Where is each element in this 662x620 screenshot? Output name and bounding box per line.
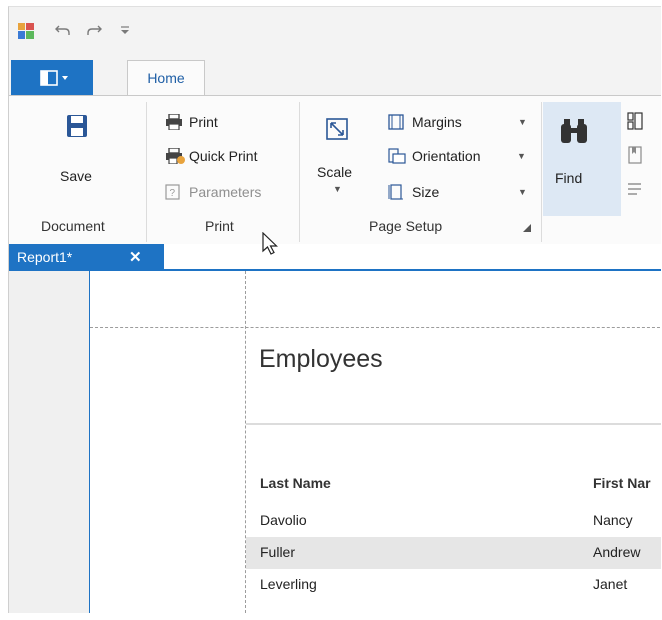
column-header-first-name[interactable]: First Nar xyxy=(593,475,651,491)
list-icon[interactable] xyxy=(627,180,643,198)
column-header-last-name[interactable]: Last Name xyxy=(260,475,331,491)
margins-icon xyxy=(388,114,404,130)
table-row[interactable]: Fuller Andrew xyxy=(246,537,661,569)
size-label: Size xyxy=(412,184,440,200)
cell-last-name: Fuller xyxy=(260,544,296,560)
orientation-label: Orientation xyxy=(412,148,481,164)
band-guide-horizontal xyxy=(90,327,661,328)
find-label: Find xyxy=(555,170,583,186)
document-tab-strip: Report1* ✕ xyxy=(9,244,661,271)
save-button[interactable]: Save xyxy=(47,102,107,202)
backstage-menu-button[interactable] xyxy=(11,60,93,96)
dialog-launcher-icon[interactable] xyxy=(523,224,531,232)
scale-icon xyxy=(326,118,348,140)
group-separator xyxy=(541,102,542,242)
printer-icon xyxy=(166,114,182,130)
group-label-print: Print xyxy=(205,218,234,234)
bookmark-icon[interactable] xyxy=(627,146,643,164)
designer-app-icon xyxy=(18,23,34,39)
save-label: Save xyxy=(60,168,92,184)
ribbon-tab-row: Home xyxy=(9,57,661,96)
save-icon xyxy=(67,115,87,137)
ribbon: Save Document Print Quick Print ? Parame… xyxy=(9,95,661,245)
parameters-icon: ? xyxy=(165,184,180,200)
orientation-icon xyxy=(388,148,406,164)
customize-toolbar-icon[interactable] xyxy=(117,20,133,40)
design-surface: Employees Last Name First Nar Davolio Na… xyxy=(9,271,661,613)
quick-print-button[interactable]: Quick Print xyxy=(165,144,295,168)
group-label-page-setup: Page Setup xyxy=(369,218,443,234)
print-button[interactable]: Print xyxy=(165,110,285,134)
cell-last-name: Davolio xyxy=(260,512,307,528)
chevron-down-icon: ▼ xyxy=(333,184,342,194)
chevron-down-icon: ▼ xyxy=(518,117,527,127)
group-separator xyxy=(299,102,300,242)
mouse-cursor-icon xyxy=(262,232,278,255)
chevron-down-icon: ▼ xyxy=(517,151,526,161)
report-title[interactable]: Employees xyxy=(259,345,383,374)
scale-label: Scale xyxy=(317,164,353,180)
close-icon[interactable]: ✕ xyxy=(129,244,142,271)
binoculars-icon xyxy=(561,119,587,143)
group-separator xyxy=(146,102,147,242)
parameters-button[interactable]: ? Parameters xyxy=(165,180,295,204)
backstage-menu-icon xyxy=(40,70,68,86)
quick-access-toolbar xyxy=(9,7,661,57)
band-separator xyxy=(246,423,661,425)
table-row[interactable]: Davolio Nancy xyxy=(246,505,661,537)
table-row[interactable]: Leverling Janet xyxy=(246,569,661,601)
tab-home[interactable]: Home xyxy=(127,60,205,96)
tab-report1-label: Report1* xyxy=(17,249,73,265)
chevron-down-icon: ▼ xyxy=(518,187,527,197)
report-page[interactable]: Employees Last Name First Nar Davolio Na… xyxy=(89,271,661,613)
print-label: Print xyxy=(189,114,218,130)
redo-icon[interactable] xyxy=(84,20,104,40)
quick-print-icon xyxy=(166,148,185,164)
scale-button[interactable]: Scale ▼ xyxy=(309,102,365,206)
page-size-icon xyxy=(388,184,403,200)
cell-first-name: Nancy xyxy=(593,512,633,528)
navigation-pane-icon[interactable] xyxy=(627,112,643,130)
quick-print-label: Quick Print xyxy=(189,148,258,164)
margins-button[interactable]: Margins ▼ xyxy=(388,110,528,134)
orientation-button[interactable]: Orientation ▼ xyxy=(388,144,538,168)
group-label-document: Document xyxy=(41,218,105,234)
margins-label: Margins xyxy=(412,114,462,130)
designer-window: Home Save Document Print Quick Print ? P… xyxy=(8,6,661,613)
find-button[interactable]: Find xyxy=(543,102,621,216)
cell-last-name: Leverling xyxy=(260,576,317,592)
cell-first-name: Andrew xyxy=(593,544,641,560)
parameters-label: Parameters xyxy=(189,184,262,200)
svg-text:?: ? xyxy=(170,188,176,199)
cell-first-name: Janet xyxy=(593,576,628,592)
tab-report1[interactable]: Report1* ✕ xyxy=(9,244,164,271)
undo-icon[interactable] xyxy=(53,20,73,40)
size-button[interactable]: Size ▼ xyxy=(388,180,528,204)
